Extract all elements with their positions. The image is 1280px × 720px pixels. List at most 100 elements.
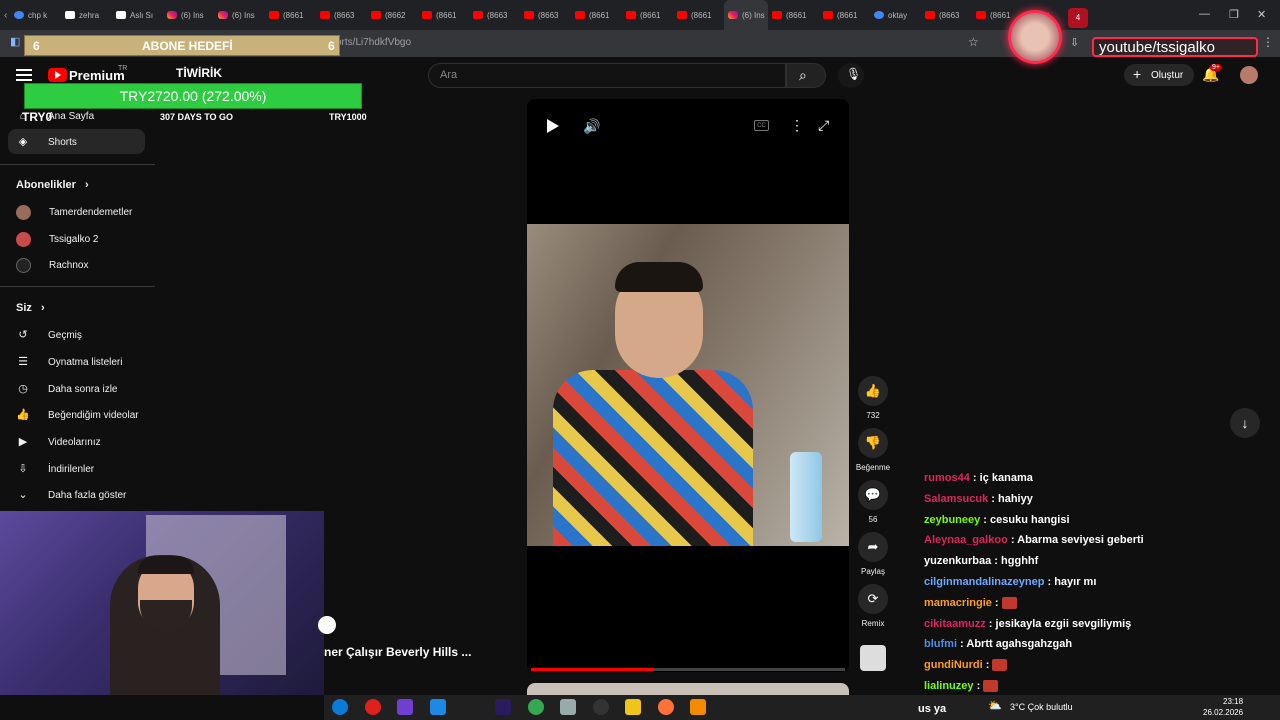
more-options-icon[interactable]: ⋮ <box>790 117 804 134</box>
browser-tab[interactable]: (8661 <box>622 0 673 30</box>
mail-icon[interactable] <box>430 699 446 715</box>
chat-username[interactable]: yuzenkurbaa <box>924 555 991 567</box>
premiere-icon[interactable] <box>495 699 511 715</box>
firefox-icon[interactable] <box>658 699 674 715</box>
opera-icon[interactable] <box>365 699 381 715</box>
search-button[interactable]: ⌕ <box>786 63 826 88</box>
clock[interactable]: 23:18 26.02.2026 <box>1203 696 1243 718</box>
minimize-icon[interactable]: — <box>1199 8 1210 20</box>
chat-username[interactable]: gundiNurdi <box>924 659 983 671</box>
chrome-icon[interactable] <box>528 699 544 715</box>
sidebar-item-shorts[interactable]: ◈ Shorts <box>16 135 77 149</box>
chat-username[interactable]: blufmi <box>924 638 957 650</box>
tab-scroll-left-icon[interactable]: ‹ <box>0 10 10 21</box>
voice-search-button[interactable]: 🎙 <box>838 63 864 88</box>
chat-username[interactable]: lialinuzey <box>924 680 974 692</box>
vlc-icon[interactable] <box>690 699 706 715</box>
next-short-button[interactable]: ↓ <box>1230 408 1260 438</box>
chat-username[interactable]: Aleynaa_galkoo <box>924 534 1008 546</box>
browser-tab[interactable]: (8661 <box>265 0 316 30</box>
store-icon[interactable] <box>397 699 413 715</box>
shorts-nav-button[interactable] <box>318 616 336 634</box>
chat-separator: : <box>1044 576 1055 588</box>
chat-username[interactable]: cilginmandalinazeynep <box>924 576 1044 588</box>
chat-username[interactable]: mamacringie <box>924 597 992 609</box>
obs-icon[interactable] <box>593 699 609 715</box>
browser-menu-icon[interactable]: ⋮ <box>1262 35 1274 49</box>
sidebar-item-sub-1[interactable]: Tamerdendemetler <box>16 205 132 220</box>
browser-tab[interactable]: (8661 <box>768 0 819 30</box>
sidebar-item-show-more[interactable]: ⌄ Daha fazla göster <box>16 488 126 502</box>
chat-separator: : <box>991 596 1002 609</box>
close-window-icon[interactable]: ✕ <box>1257 8 1266 21</box>
play-icon[interactable] <box>547 119 559 133</box>
folder-icon[interactable] <box>625 699 641 715</box>
browser-tab[interactable]: Aslı Sı <box>112 0 163 30</box>
channel-avatar[interactable] <box>860 645 886 671</box>
video-icon: ▶ <box>18 436 28 448</box>
browser-tab[interactable]: (6) Ins <box>163 0 214 30</box>
sidebar-item-liked[interactable]: 👍 Beğendiğim videolar <box>16 408 138 422</box>
browser-tab[interactable]: (8663 <box>469 0 520 30</box>
browser-tab[interactable]: (8661 <box>571 0 622 30</box>
like-count: 732 <box>866 411 880 420</box>
fullscreen-icon[interactable]: ⤢ <box>818 117 829 134</box>
chat-username[interactable]: rumos44 <box>924 472 970 484</box>
browser-tab[interactable]: (8663 <box>316 0 367 30</box>
weather-text[interactable]: 3°C Çok bulutlu <box>1010 702 1073 712</box>
search-input[interactable] <box>428 63 786 88</box>
download-icon[interactable]: ⇩ <box>1070 36 1079 49</box>
youtube-logo-text[interactable]: Premium <box>69 68 125 83</box>
sidebar-item-your-videos[interactable]: ▶ Videolarınız <box>16 435 101 449</box>
sidebar-item-playlists[interactable]: ☰ Oynatma listeleri <box>16 355 122 369</box>
captions-icon[interactable]: CC <box>754 120 769 131</box>
chat-text: hahiyy <box>997 492 1033 505</box>
browser-tab[interactable]: (8661 <box>673 0 724 30</box>
remix-button[interactable]: ⟳ <box>858 584 888 614</box>
tab-favicon-icon <box>167 11 177 19</box>
tab-actions-icon[interactable]: ◧ <box>10 35 20 48</box>
language-indicator[interactable]: us ya <box>918 703 946 715</box>
browser-tab[interactable]: (6) Ins× <box>724 0 768 30</box>
share-button[interactable]: ➦ <box>858 532 888 562</box>
chat-username[interactable]: Salamsucuk <box>924 493 988 505</box>
next-video-title[interactable]: ner Çalışır Beverly Hills ... <box>324 645 471 659</box>
browser-tab[interactable]: (8661 <box>819 0 870 30</box>
sidebar-item-sub-2[interactable]: Tssigalko 2 <box>16 232 98 247</box>
sidebar-item-label: Videolarınız <box>48 436 101 448</box>
app-icon[interactable] <box>560 699 576 715</box>
chat-username[interactable]: zeybuneey <box>924 514 980 526</box>
sidebar-item-watch-later[interactable]: ◷ Daha sonra izle <box>16 382 117 396</box>
tab-favicon-icon <box>976 11 986 19</box>
browser-tab[interactable]: (6) Ins <box>214 0 265 30</box>
account-avatar[interactable] <box>1240 66 1258 84</box>
browser-tab[interactable]: (8661 <box>418 0 469 30</box>
subscriptions-header[interactable]: Abonelikler › <box>16 179 89 191</box>
sidebar-item-home[interactable]: ⌂ Ana Sayfa <box>16 109 94 123</box>
youtube-logo-icon[interactable] <box>48 68 67 82</box>
url-text[interactable]: orts/Li7hdkfVbgo <box>336 37 411 48</box>
chat-username[interactable]: cikitaamuzz <box>924 618 986 630</box>
volume-icon[interactable]: 🔊 <box>583 118 600 135</box>
bookmark-star-icon[interactable]: ☆ <box>968 35 979 49</box>
browser-tab[interactable]: zehra <box>61 0 112 30</box>
emote-icon <box>983 680 999 693</box>
streamer-hair <box>138 556 194 574</box>
edge-icon[interactable] <box>332 699 348 715</box>
maximize-icon[interactable]: ❐ <box>1229 8 1239 21</box>
tab-favicon-icon <box>524 11 534 19</box>
menu-icon[interactable] <box>16 69 32 81</box>
browser-tab[interactable]: (8663 <box>921 0 972 30</box>
browser-tab[interactable]: chp k <box>10 0 61 30</box>
browser-tab[interactable]: oktay <box>870 0 921 30</box>
sidebar-item-sub-3[interactable]: Rachnox <box>16 258 88 273</box>
like-button[interactable]: 👍 <box>858 376 888 406</box>
comments-button[interactable]: 💬 <box>858 480 888 510</box>
browser-tab[interactable]: (8663 <box>520 0 571 30</box>
remix-label: Remix <box>861 619 885 628</box>
sidebar-item-history[interactable]: ↺ Geçmiş <box>16 328 82 342</box>
sidebar-item-downloads[interactable]: ⇩ İndirilenler <box>16 462 94 476</box>
browser-tab[interactable]: (8662 <box>367 0 418 30</box>
you-header[interactable]: Siz › <box>16 302 45 314</box>
dislike-button[interactable]: 👎 <box>858 428 888 458</box>
